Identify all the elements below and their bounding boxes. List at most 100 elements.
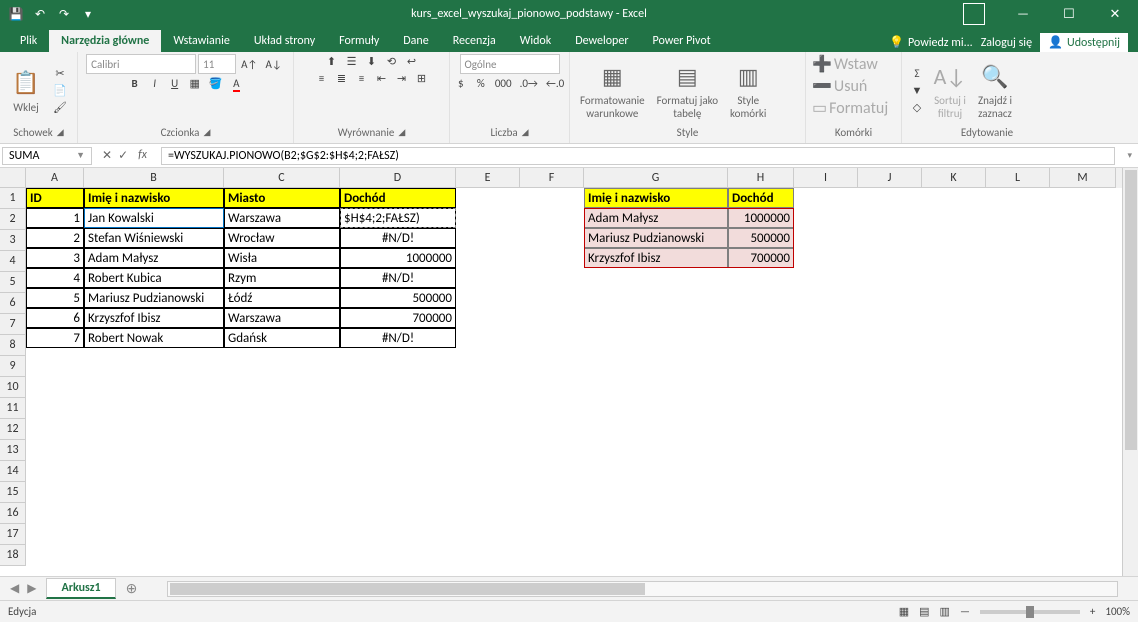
row-header-14[interactable]: 14 [0,461,26,482]
column-header-D[interactable]: D [340,168,456,188]
sign-in-link[interactable]: Zaloguj się [981,36,1032,50]
clear-icon[interactable]: ◇ [908,100,926,115]
number-format-combo[interactable]: Ogólne [460,54,560,74]
tab-insert[interactable]: Wstawianie [161,30,241,52]
formula-input[interactable]: =WYSZUKAJ.PIONOWO(B2;$G$2:$H$4;2;FAŁSZ) [161,147,1115,165]
cell-A2[interactable]: 1 [26,208,84,228]
cut-icon[interactable]: ✂ [50,66,70,81]
row-header-11[interactable]: 11 [0,398,26,419]
border-button[interactable]: ▦ [186,76,204,91]
row-header-16[interactable]: 16 [0,503,26,524]
view-page-break-icon[interactable]: ▥ [940,605,950,618]
row-header-18[interactable]: 18 [0,545,26,566]
tab-home[interactable]: Narzędzia główne [49,30,161,52]
cell-D2[interactable]: $H$4;2;FAŁSZ) [340,208,456,228]
conditional-formatting-button[interactable]: ▦Formatowanie warunkowe [576,58,649,122]
cell-C7[interactable]: Warszawa [224,308,340,328]
cell-C2[interactable]: Warszawa [224,208,340,228]
fx-icon[interactable]: fx [134,148,151,163]
cell-H4[interactable]: 700000 [728,248,794,268]
tab-developer[interactable]: Deweloper [563,30,640,52]
cell-styles-button[interactable]: ▥Style komórki [726,58,770,122]
column-header-J[interactable]: J [858,168,922,188]
cell-B6[interactable]: Mariusz Pudzianowski [84,288,224,308]
row-header-1[interactable]: 1 [0,188,26,209]
cell-C3[interactable]: Wrocław [224,228,340,248]
cell-C6[interactable]: Łódź [224,288,340,308]
cell-C4[interactable]: Wisła [224,248,340,268]
row-header-13[interactable]: 13 [0,440,26,461]
column-header-L[interactable]: L [986,168,1050,188]
insert-cells-button[interactable]: ➕Wstaw [812,54,878,74]
cell-D3[interactable]: #N/D! [340,228,456,248]
font-size-combo[interactable]: 11 [198,54,236,74]
orientation-icon[interactable]: ⟲ [383,54,401,69]
view-normal-icon[interactable]: ▦ [899,605,909,618]
cell-B3[interactable]: Stefan Wiśniewski [84,228,224,248]
format-cells-button[interactable]: ▭Formatuj [812,98,888,118]
cell-B2[interactable]: Jan Kowalski [84,208,224,228]
tab-power-pivot[interactable]: Power Pivot [641,30,723,52]
cell-D7[interactable]: 700000 [340,308,456,328]
column-header-A[interactable]: A [26,168,84,188]
qat-customize-icon[interactable]: ▾ [80,6,96,22]
zoom-in-button[interactable]: + [1090,605,1095,618]
column-header-I[interactable]: I [794,168,858,188]
decrease-decimal-icon[interactable]: ←.0 [543,76,567,91]
sheet-nav-prev-icon[interactable]: ◀ [10,581,19,596]
increase-decimal-icon[interactable]: .0→ [517,76,541,91]
tab-data[interactable]: Dane [391,30,440,52]
cell-B4[interactable]: Adam Małysz [84,248,224,268]
increase-font-icon[interactable]: A↑ [238,57,260,72]
sort-filter-button[interactable]: A↓Sortuj i filtruj [930,58,970,122]
merge-center-icon[interactable]: ⊞ [413,71,431,86]
delete-cells-button[interactable]: ➖Usuń [812,76,867,96]
cell-H2[interactable]: 1000000 [728,208,794,228]
row-header-9[interactable]: 9 [0,356,26,377]
tab-view[interactable]: Widok [508,30,564,52]
tab-page-layout[interactable]: Układ strony [242,30,327,52]
row-header-17[interactable]: 17 [0,524,26,545]
cell-B5[interactable]: Robert Kubica [84,268,224,288]
row-header-7[interactable]: 7 [0,314,26,335]
cell-D6[interactable]: 500000 [340,288,456,308]
cell-H3[interactable]: 500000 [728,228,794,248]
cell-G2[interactable]: Adam Małysz [584,208,728,228]
cell-B7[interactable]: Krzyszfof Ibisz [84,308,224,328]
add-sheet-button[interactable]: ⊕ [116,580,148,597]
cell-D4[interactable]: 1000000 [340,248,456,268]
row-header-15[interactable]: 15 [0,482,26,503]
cell-A7[interactable]: 6 [26,308,84,328]
zoom-level[interactable]: 100% [1105,605,1130,618]
align-middle-icon[interactable]: ☰ [343,54,361,69]
zoom-slider[interactable] [980,610,1080,614]
save-icon[interactable]: 💾 [8,6,24,22]
cell-D5[interactable]: #N/D! [340,268,456,288]
format-painter-icon[interactable]: 🖌 [50,100,70,115]
cell-D1[interactable]: Dochód [340,188,456,208]
cell-A3[interactable]: 2 [26,228,84,248]
fill-icon[interactable]: ▼ [908,83,926,98]
undo-icon[interactable]: ↶ [32,6,48,22]
cell-A1[interactable]: ID [26,188,84,208]
ribbon-display-icon[interactable] [954,0,1000,28]
column-header-K[interactable]: K [922,168,986,188]
column-header-E[interactable]: E [456,168,520,188]
font-color-button[interactable]: A [227,76,245,91]
cell-G1[interactable]: Imię i nazwisko [584,188,728,208]
column-header-B[interactable]: B [84,168,224,188]
row-header-8[interactable]: 8 [0,335,26,356]
align-top-icon[interactable]: ⬆ [323,54,341,69]
cell-A8[interactable]: 7 [26,328,84,348]
row-header-6[interactable]: 6 [0,293,26,314]
redo-icon[interactable]: ↷ [56,6,72,22]
sheet-tab-active[interactable]: Arkusz1 [46,578,115,599]
close-button[interactable]: ✕ [1092,0,1138,28]
select-all-corner[interactable] [0,168,26,188]
fill-color-button[interactable]: 🪣 [206,76,226,91]
cell-A6[interactable]: 5 [26,288,84,308]
horizontal-scrollbar[interactable] [167,581,1118,597]
cell-C1[interactable]: Miasto [224,188,340,208]
formula-expand-icon[interactable]: ▾ [1121,150,1138,161]
copy-icon[interactable]: 📄 [50,83,70,98]
